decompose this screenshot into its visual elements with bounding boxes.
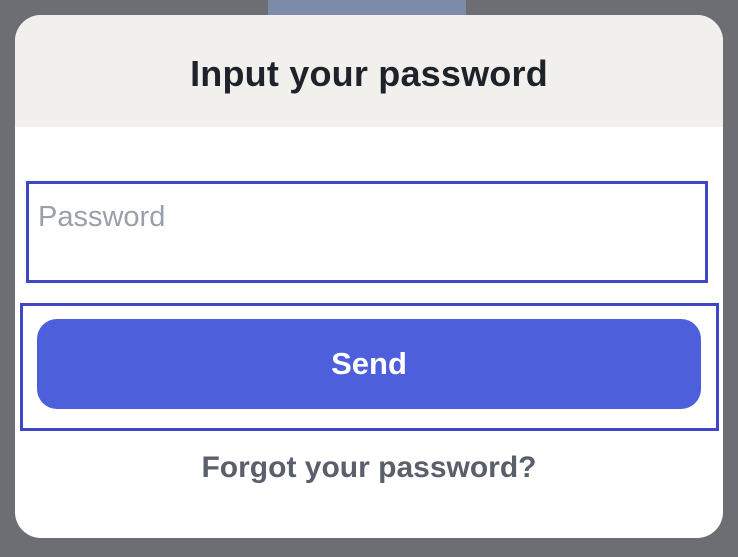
password-dialog: Input your password Send Forgot your pas… (15, 15, 723, 538)
password-field-container (26, 181, 708, 283)
dialog-title: Input your password (190, 53, 548, 94)
dialog-header: Input your password (15, 15, 723, 127)
send-button[interactable]: Send (37, 319, 701, 409)
password-input[interactable] (29, 184, 705, 280)
forgot-password-link[interactable]: Forgot your password? (15, 451, 723, 485)
